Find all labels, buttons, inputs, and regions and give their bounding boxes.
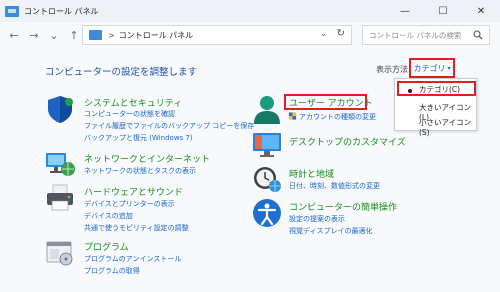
navigation-bar: ← → ⌄ ↑ > コントロール パネル ⌄ ↻ コントロール パネルの検索 xyxy=(0,22,500,48)
link-get-programs[interactable]: プログラムの取得 xyxy=(84,266,140,276)
user-icon[interactable] xyxy=(252,94,282,124)
link-optimize-visual-display[interactable]: 視覚ディスプレイの最適化 xyxy=(289,226,373,236)
view-by-label: 表示方法: xyxy=(376,65,411,74)
link-date-time-format[interactable]: 日付、時刻、数値形式の変更 xyxy=(289,181,380,191)
category-title-appearance[interactable]: デスクトップのカスタマイズ xyxy=(289,135,406,148)
link-uninstall-program[interactable]: プログラムのアンインストール xyxy=(84,254,181,264)
accessibility-icon[interactable] xyxy=(252,198,282,228)
up-button[interactable]: ↑ xyxy=(64,25,84,45)
search-icon[interactable] xyxy=(473,30,483,40)
page-title: コンピューターの設定を調整します xyxy=(45,67,198,78)
back-button[interactable]: ← xyxy=(4,25,24,45)
view-by-menu: カテゴリ(C) 大きいアイコン(L) 小さいアイコン(S) xyxy=(394,78,478,137)
menu-item-category[interactable]: カテゴリ(C) xyxy=(397,81,476,96)
link-recommended-settings[interactable]: 設定の提案の表示 xyxy=(289,214,345,224)
category-title-programs[interactable]: プログラム xyxy=(84,240,129,253)
chevron-down-icon[interactable]: ▾ xyxy=(447,65,450,72)
refresh-icon[interactable]: ↻ xyxy=(337,28,345,39)
selected-bullet-icon xyxy=(408,89,412,93)
window-controls: — ☐ ✕ xyxy=(386,0,500,22)
network-icon[interactable] xyxy=(45,150,75,180)
uac-shield-icon xyxy=(288,112,297,120)
monitor-icon[interactable] xyxy=(252,130,282,160)
control-panel-icon xyxy=(5,5,19,17)
link-add-device[interactable]: デバイスの追加 xyxy=(84,211,133,221)
menu-item-small-icons[interactable]: 小さいアイコン(S) xyxy=(395,114,478,137)
title-bar: コントロール パネル — ☐ ✕ xyxy=(0,0,500,22)
address-bar[interactable]: > コントロール パネル ⌄ ↻ xyxy=(82,25,352,45)
printer-icon[interactable] xyxy=(45,183,75,213)
shield-icon[interactable] xyxy=(45,94,75,124)
category-title-network[interactable]: ネットワークとインターネット xyxy=(84,152,210,165)
category-title-ease-of-access[interactable]: コンピューターの簡単操作 xyxy=(289,200,397,213)
category-title-hardware[interactable]: ハードウェアとサウンド xyxy=(84,185,183,198)
link-devices-printers[interactable]: デバイスとプリンターの表示 xyxy=(84,199,175,209)
control-panel-window: コントロール パネル — ☐ ✕ ← → ⌄ ↑ > コントロール パネル ⌄ … xyxy=(0,0,500,292)
forward-button[interactable]: → xyxy=(24,25,44,45)
link-backup-restore[interactable]: バックアップと復元 (Windows 7) xyxy=(84,133,193,143)
category-title-clock-region[interactable]: 時計と地域 xyxy=(289,167,334,180)
clock-icon[interactable] xyxy=(252,164,282,194)
search-input[interactable]: コントロール パネルの検索 xyxy=(369,30,461,41)
link-check-status[interactable]: コンピューターの状態を確認 xyxy=(84,109,175,119)
address-dropdown-icon[interactable]: ⌄ xyxy=(320,29,327,38)
link-network-status[interactable]: ネットワークの状態とタスクの表示 xyxy=(84,166,196,176)
category-title-system-security[interactable]: システムとセキュリティ xyxy=(84,96,182,109)
view-by-value[interactable]: カテゴリ xyxy=(413,63,445,74)
maximize-button[interactable]: ☐ xyxy=(424,0,462,22)
breadcrumb-separator[interactable]: > xyxy=(108,31,115,40)
link-change-account-type[interactable]: アカウントの種類の変更 xyxy=(299,112,376,122)
link-file-history[interactable]: ファイル履歴でファイルのバックアップ コピーを保存 xyxy=(84,121,254,131)
control-panel-small-icon xyxy=(89,30,102,40)
breadcrumb[interactable]: コントロール パネル xyxy=(119,30,194,41)
programs-icon[interactable] xyxy=(45,238,75,268)
minimize-button[interactable]: — xyxy=(386,0,424,22)
menu-item-large-icons[interactable]: 大きいアイコン(L) xyxy=(395,99,478,122)
view-by-dropdown[interactable]: カテゴリ ▾ xyxy=(409,58,455,78)
close-button[interactable]: ✕ xyxy=(462,0,500,22)
recent-locations-button[interactable]: ⌄ xyxy=(44,25,64,45)
category-title-user-accounts[interactable]: ユーザー アカウント xyxy=(289,96,373,109)
window-title: コントロール パネル xyxy=(24,6,99,16)
link-mobility-settings[interactable]: 共通で使うモビリティ設定の調整 xyxy=(84,223,189,233)
search-box[interactable]: コントロール パネルの検索 xyxy=(362,25,490,45)
